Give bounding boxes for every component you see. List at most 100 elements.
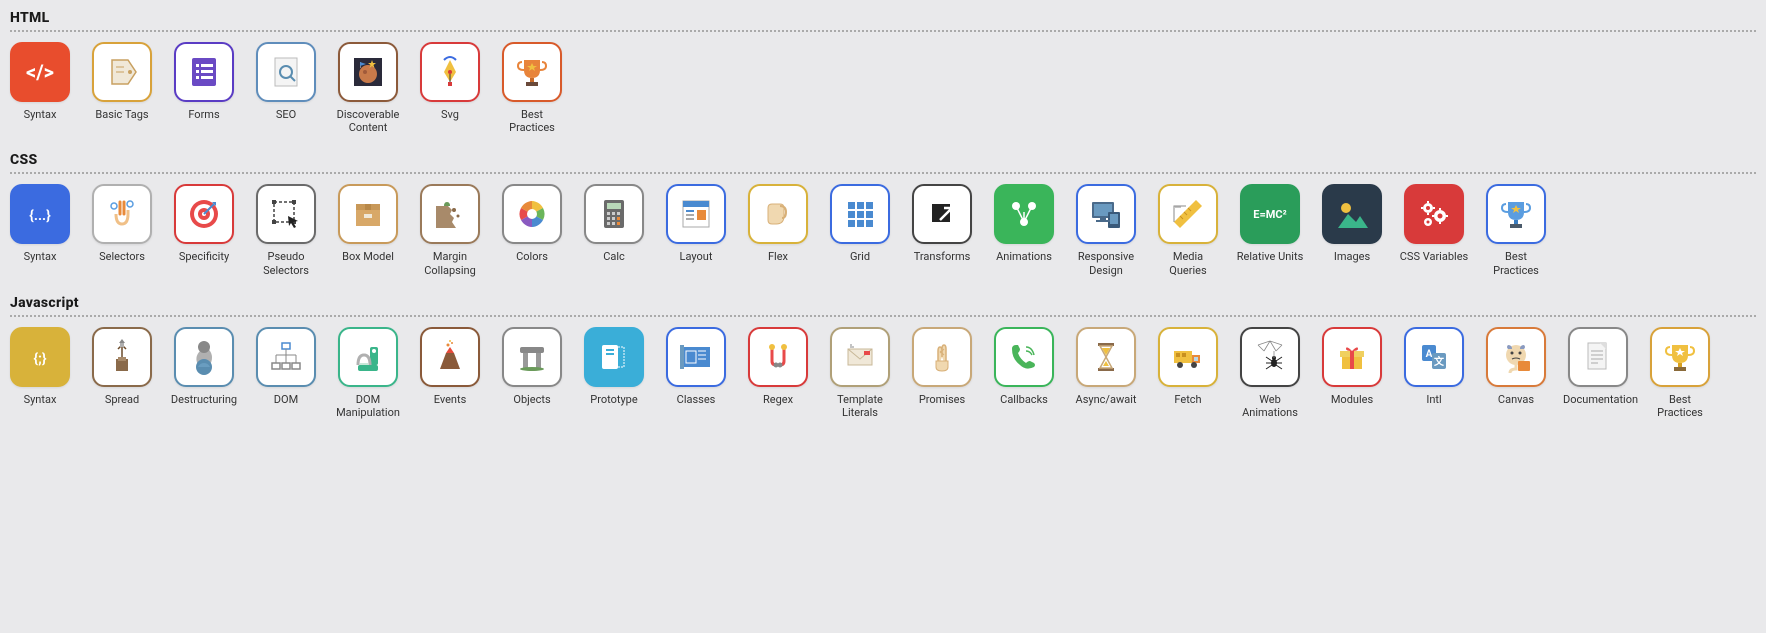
skill-item-syntax[interactable]: {...}Syntax [10,184,70,276]
skill-item-best-practices[interactable]: Best Practices [1650,327,1710,419]
skill-label: Selectors [87,250,157,263]
skill-item-seo[interactable]: SEO [256,42,316,134]
skill-label: Syntax [5,393,75,406]
skill-item-forms[interactable]: Forms [174,42,234,134]
skill-item-best-practices[interactable]: Best Practices [502,42,562,134]
skill-item-relative-units[interactable]: E=MC²Relative Units [1240,184,1300,276]
skill-item-documentation[interactable]: Documentation [1568,327,1628,419]
section-html: HTML</>SyntaxBasic TagsFormsSEODiscovera… [10,10,1756,134]
skill-item-flex[interactable]: Flex [748,184,808,276]
skill-label: DOM [251,393,321,406]
layout-icon [666,184,726,244]
skill-item-colors[interactable]: Colors [502,184,562,276]
skill-label: Best Practices [497,108,567,134]
skill-item-dom[interactable]: DOM [256,327,316,419]
skill-label: Best Practices [1481,250,1551,276]
skill-item-syntax[interactable]: {;}Syntax [10,327,70,419]
blueprint-icon [666,327,726,387]
skill-item-events[interactable]: Events [420,327,480,419]
skill-item-transforms[interactable]: Transforms [912,184,972,276]
skill-label: Transforms [907,250,977,263]
dolmen-icon [502,327,562,387]
skill-label: Animations [989,250,1059,263]
target-icon [174,184,234,244]
skill-label: Destructuring [169,393,239,406]
skill-item-grid[interactable]: Grid [830,184,890,276]
skill-item-spread[interactable]: Spread [92,327,152,419]
spread-icon [92,327,152,387]
planet-icon [338,42,398,102]
svg-text:</>: </> [26,60,54,84]
skill-item-svg[interactable]: Svg [420,42,480,134]
dom-icon [256,327,316,387]
envelope-icon [830,327,890,387]
skill-item-calc[interactable]: Calc [584,184,644,276]
skill-item-images[interactable]: Images [1322,184,1382,276]
skill-item-animations[interactable]: Animations [994,184,1054,276]
skill-item-margin-collapsing[interactable]: Margin Collapsing [420,184,480,276]
transforms-icon [912,184,972,244]
skill-item-basic-tags[interactable]: Basic Tags [92,42,152,134]
skill-label: Discoverable Content [333,108,403,134]
skill-item-selectors[interactable]: Selectors [92,184,152,276]
skill-item-objects[interactable]: Objects [502,327,562,419]
skill-item-async-await[interactable]: Async/await [1076,327,1136,419]
skill-label: Prototype [579,393,649,406]
items-row: </>Syntax Basic Tags Forms SEO Discoverable … [10,42,1756,134]
skill-item-modules[interactable]: Modules [1322,327,1382,419]
skill-label: Syntax [5,108,75,121]
grid-icon [830,184,890,244]
pen-icon [420,42,480,102]
skill-item-best-practices[interactable]: Best Practices [1486,184,1546,276]
skill-item-css-variables[interactable]: CSS Variables [1404,184,1464,276]
skill-item-promises[interactable]: Promises [912,327,972,419]
skill-item-discoverable-content[interactable]: Discoverable Content [338,42,398,134]
skill-item-classes[interactable]: Classes [666,327,726,419]
skill-item-destructuring[interactable]: Destructuring [174,327,234,419]
skill-item-media-queries[interactable]: Media Queries [1158,184,1218,276]
skill-item-box-model[interactable]: Box Model [338,184,398,276]
skill-label: Fetch [1153,393,1223,406]
skill-label: Images [1317,250,1387,263]
skill-item-template-literals[interactable]: Template Literals [830,327,890,419]
skill-item-web-animations[interactable]: Web Animations [1240,327,1300,419]
images-icon [1322,184,1382,244]
skill-item-specificity[interactable]: Specificity [174,184,234,276]
skill-item-intl[interactable]: A文Intl [1404,327,1464,419]
skill-label: Documentation [1563,393,1633,406]
gift-icon [1322,327,1382,387]
seo-icon [256,42,316,102]
skill-item-responsive-design[interactable]: Responsive Design [1076,184,1136,276]
trophy-icon [502,42,562,102]
skill-label: Relative Units [1235,250,1305,263]
prototype-icon [584,327,644,387]
skill-label: Modules [1317,393,1387,406]
skill-label: Grid [825,250,895,263]
skill-label: Canvas [1481,393,1551,406]
tag-icon [92,42,152,102]
skill-item-regex[interactable]: Regex [748,327,808,419]
skill-item-canvas[interactable]: Canvas [1486,327,1546,419]
skill-label: Classes [661,393,731,406]
skill-item-callbacks[interactable]: Callbacks [994,327,1054,419]
syntax-js-icon: {;} [10,327,70,387]
syntax-html-icon: </> [10,42,70,102]
skill-item-fetch[interactable]: Fetch [1158,327,1218,419]
section-title: Javascript [10,295,1756,317]
items-row: {...}Syntax Selectors Specificity Pseudo Se… [10,184,1756,276]
skill-item-dom-manipulation[interactable]: DOM Manipulation [338,327,398,419]
skill-label: Intl [1399,393,1469,406]
skill-item-pseudo-selectors[interactable]: Pseudo Selectors [256,184,316,276]
skill-item-syntax[interactable]: </>Syntax [10,42,70,134]
form-icon [174,42,234,102]
selectors-icon [92,184,152,244]
pseudo-icon [256,184,316,244]
skill-label: Calc [579,250,649,263]
truck-icon [1158,327,1218,387]
skill-item-prototype[interactable]: Prototype [584,327,644,419]
skill-item-layout[interactable]: Layout [666,184,726,276]
section-javascript: Javascript {;}Syntax Spread Destructuring DO… [10,295,1756,419]
canvas-icon [1486,327,1546,387]
phone-icon [994,327,1054,387]
svg-text:{...}: {...} [29,208,51,224]
